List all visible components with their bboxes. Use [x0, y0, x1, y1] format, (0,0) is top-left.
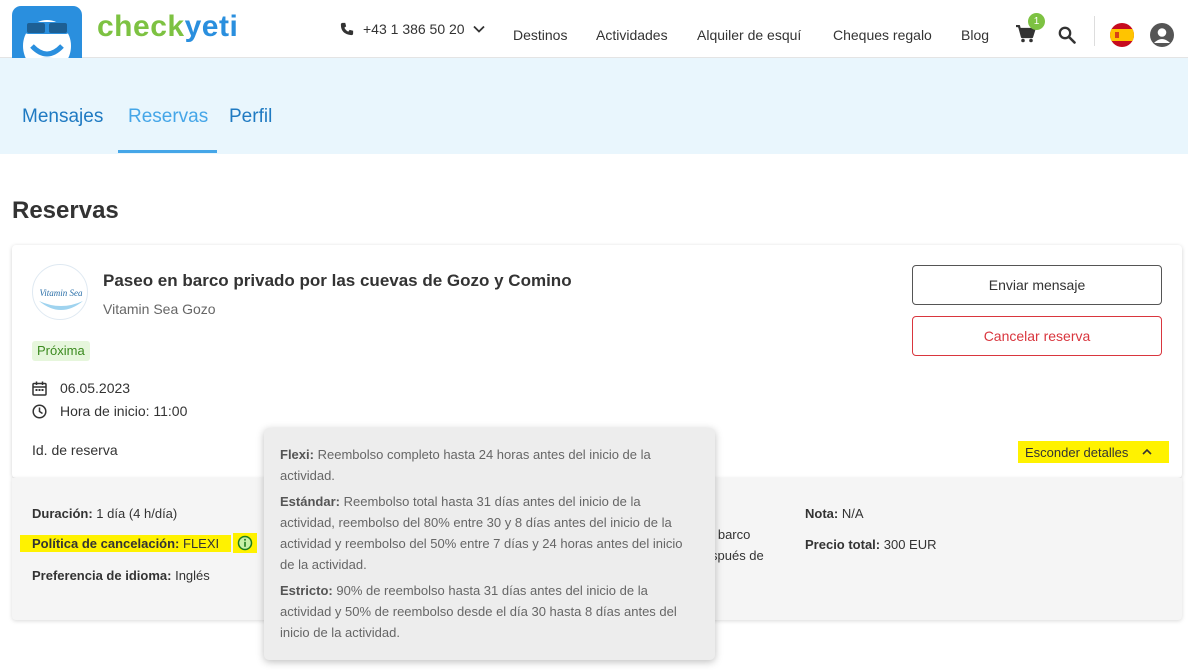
search-icon[interactable]	[1058, 26, 1076, 44]
hide-details-label: Esconder detalles	[1025, 444, 1129, 460]
tooltip-strict: Estricto: 90% de reembolso hasta 31 días…	[280, 580, 699, 643]
chevron-down-icon	[472, 25, 485, 33]
note-label: Nota:	[805, 506, 839, 521]
tooltip-strict-label: Estricto:	[280, 583, 333, 598]
nav-destinos[interactable]: Destinos	[513, 27, 567, 43]
tooltip-flexi-text: Reembolso completo hasta 24 horas antes …	[280, 447, 651, 483]
booking-id-label: Id. de reserva	[32, 442, 118, 458]
duration-value: 1 día (4 h/día)	[96, 506, 178, 521]
booking-date: 06.05.2023	[60, 380, 131, 396]
nav-blog[interactable]: Blog	[961, 27, 989, 43]
nav-actividades[interactable]: Actividades	[596, 27, 668, 43]
language-detail: Preferencia de idioma: Inglés	[32, 568, 210, 583]
total-price-label: Precio total:	[805, 537, 881, 552]
vendor-logo: Vitamin Sea	[32, 264, 88, 320]
language-value: Inglés	[175, 568, 210, 583]
tooltip-standard-text: Reembolso total hasta 31 días antes del …	[280, 494, 683, 572]
booking-title[interactable]: Paseo en barco privado por las cuevas de…	[103, 271, 572, 291]
booking-start-time: Hora de inicio: 11:00	[60, 403, 188, 419]
header-divider	[1094, 16, 1095, 46]
phone-dropdown[interactable]: +43 1 386 50 20	[340, 0, 485, 58]
vendor-name: Vitamin Sea Gozo	[103, 301, 216, 317]
account-tabs-bar: Mensajes Reservas Perfil	[0, 58, 1188, 154]
tooltip-standard: Estándar: Reembolso total hasta 31 días …	[280, 491, 699, 575]
tooltip-flexi: Flexi: Reembolso completo hasta 24 horas…	[280, 444, 699, 486]
page-title: Reservas	[12, 197, 119, 224]
calendar-icon	[32, 381, 47, 396]
partial-text-line2: spués de	[711, 548, 764, 563]
booking-date-row: 06.05.2023	[32, 380, 130, 396]
phone-icon	[340, 22, 354, 36]
duration-label: Duración:	[32, 506, 93, 521]
cart-count-badge: 1	[1028, 13, 1045, 30]
status-badge: Próxima	[32, 341, 90, 361]
active-tab-underline	[118, 150, 217, 153]
cancel-policy-value: FLEXI	[183, 536, 220, 551]
send-message-button[interactable]: Enviar mensaje	[912, 265, 1162, 305]
spain-flag-icon[interactable]	[1110, 23, 1134, 47]
brand-part2: yeti	[184, 10, 239, 43]
note-value: N/A	[841, 506, 864, 521]
nav-cheques-regalo[interactable]: Cheques regalo	[833, 27, 932, 43]
clock-icon	[32, 403, 47, 419]
nav-alquiler-esqui[interactable]: Alquiler de esquí	[697, 27, 801, 43]
duration-detail: Duración: 1 día (4 h/día)	[32, 506, 177, 521]
brand-part1: check	[97, 10, 185, 43]
cancel-booking-button[interactable]: Cancelar reserva	[912, 316, 1162, 356]
tab-perfil[interactable]: Perfil	[229, 106, 272, 128]
tab-mensajes[interactable]: Mensajes	[22, 106, 103, 128]
cancel-policy-detail: Política de cancelación: FLEXI	[20, 535, 232, 552]
hide-details-toggle[interactable]: Esconder detalles	[1018, 441, 1169, 463]
vendor-logo-text: Vitamin Sea	[39, 288, 83, 298]
language-label: Preferencia de idioma:	[32, 568, 172, 583]
user-avatar-icon[interactable]	[1150, 23, 1174, 47]
chevron-up-icon	[1142, 448, 1152, 455]
brand-wordmark[interactable]: checkyeti	[97, 10, 238, 44]
note-detail: Nota: N/A	[805, 506, 864, 521]
total-price-value: 300 EUR	[883, 537, 937, 552]
tooltip-flexi-label: Flexi:	[280, 447, 314, 462]
tooltip-strict-text: 90% de reembolso hasta 31 días antes del…	[280, 583, 677, 640]
tab-reservas[interactable]: Reservas	[128, 106, 208, 128]
phone-number: +43 1 386 50 20	[363, 21, 465, 37]
booking-time-row: Hora de inicio: 11:00	[32, 403, 187, 419]
info-icon[interactable]	[233, 533, 257, 553]
tooltip-standard-label: Estándar:	[280, 494, 340, 509]
total-price-detail: Precio total: 300 EUR	[805, 537, 937, 552]
cancel-policy-label: Política de cancelación:	[32, 536, 180, 551]
cancellation-policy-tooltip: Flexi: Reembolso completo hasta 24 horas…	[264, 428, 715, 660]
